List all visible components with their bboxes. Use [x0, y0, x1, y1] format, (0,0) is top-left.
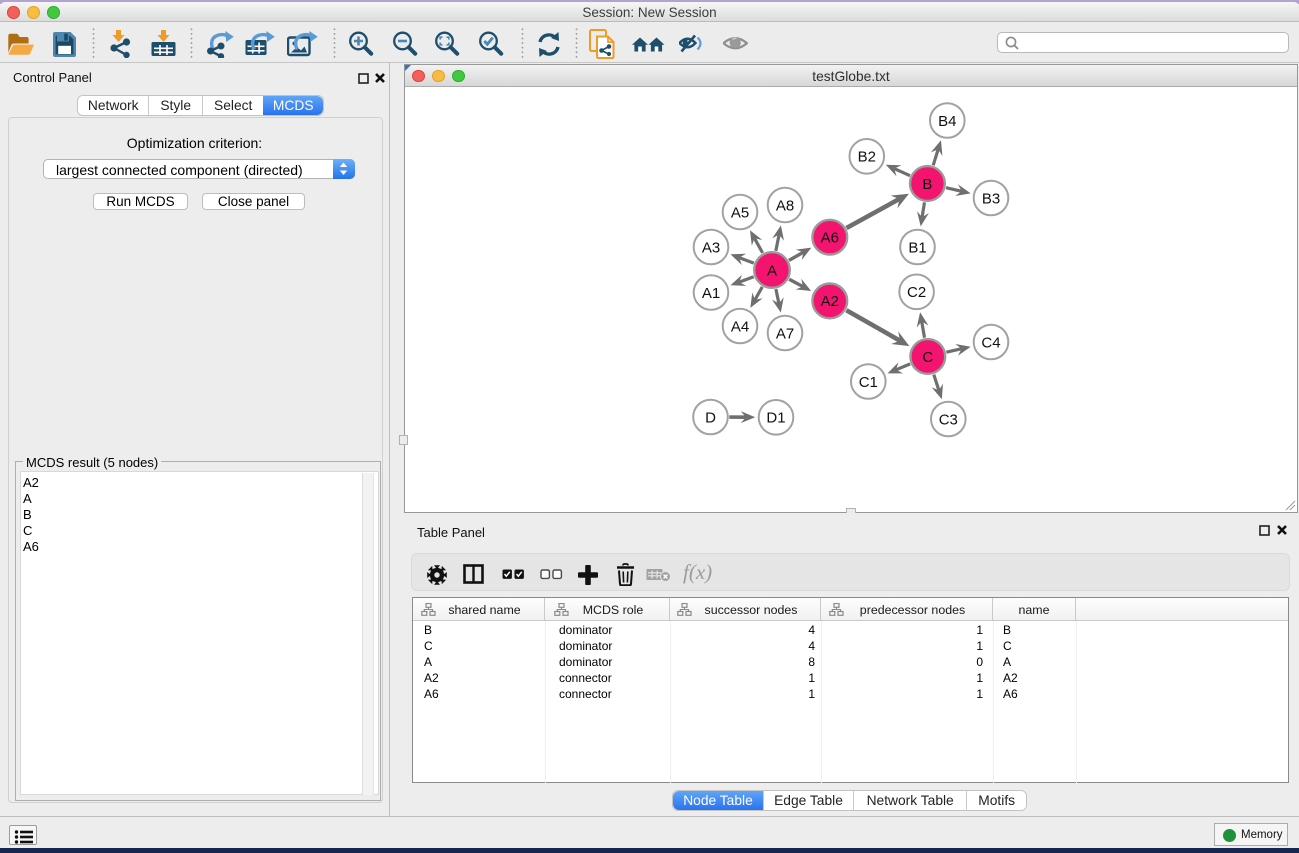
svg-text:D: D [705, 409, 716, 426]
svg-text:B4: B4 [938, 113, 956, 130]
svg-text:C2: C2 [907, 284, 926, 301]
svg-text:C1: C1 [859, 374, 878, 391]
svg-text:B2: B2 [858, 149, 876, 166]
svg-text:A4: A4 [731, 318, 749, 335]
svg-text:A8: A8 [776, 197, 794, 214]
svg-text:C4: C4 [981, 334, 1000, 351]
svg-text:B: B [922, 176, 932, 193]
svg-text:A5: A5 [731, 204, 749, 221]
svg-text:D1: D1 [766, 410, 785, 427]
svg-text:C3: C3 [939, 411, 958, 428]
svg-text:A1: A1 [702, 285, 720, 302]
svg-text:A7: A7 [776, 325, 794, 342]
svg-text:A2: A2 [821, 293, 839, 310]
svg-text:B3: B3 [982, 190, 1000, 207]
svg-text:B1: B1 [908, 239, 926, 256]
svg-text:C: C [922, 349, 933, 366]
svg-text:A6: A6 [821, 230, 839, 247]
svg-text:A: A [767, 262, 777, 279]
svg-text:A3: A3 [702, 239, 720, 256]
